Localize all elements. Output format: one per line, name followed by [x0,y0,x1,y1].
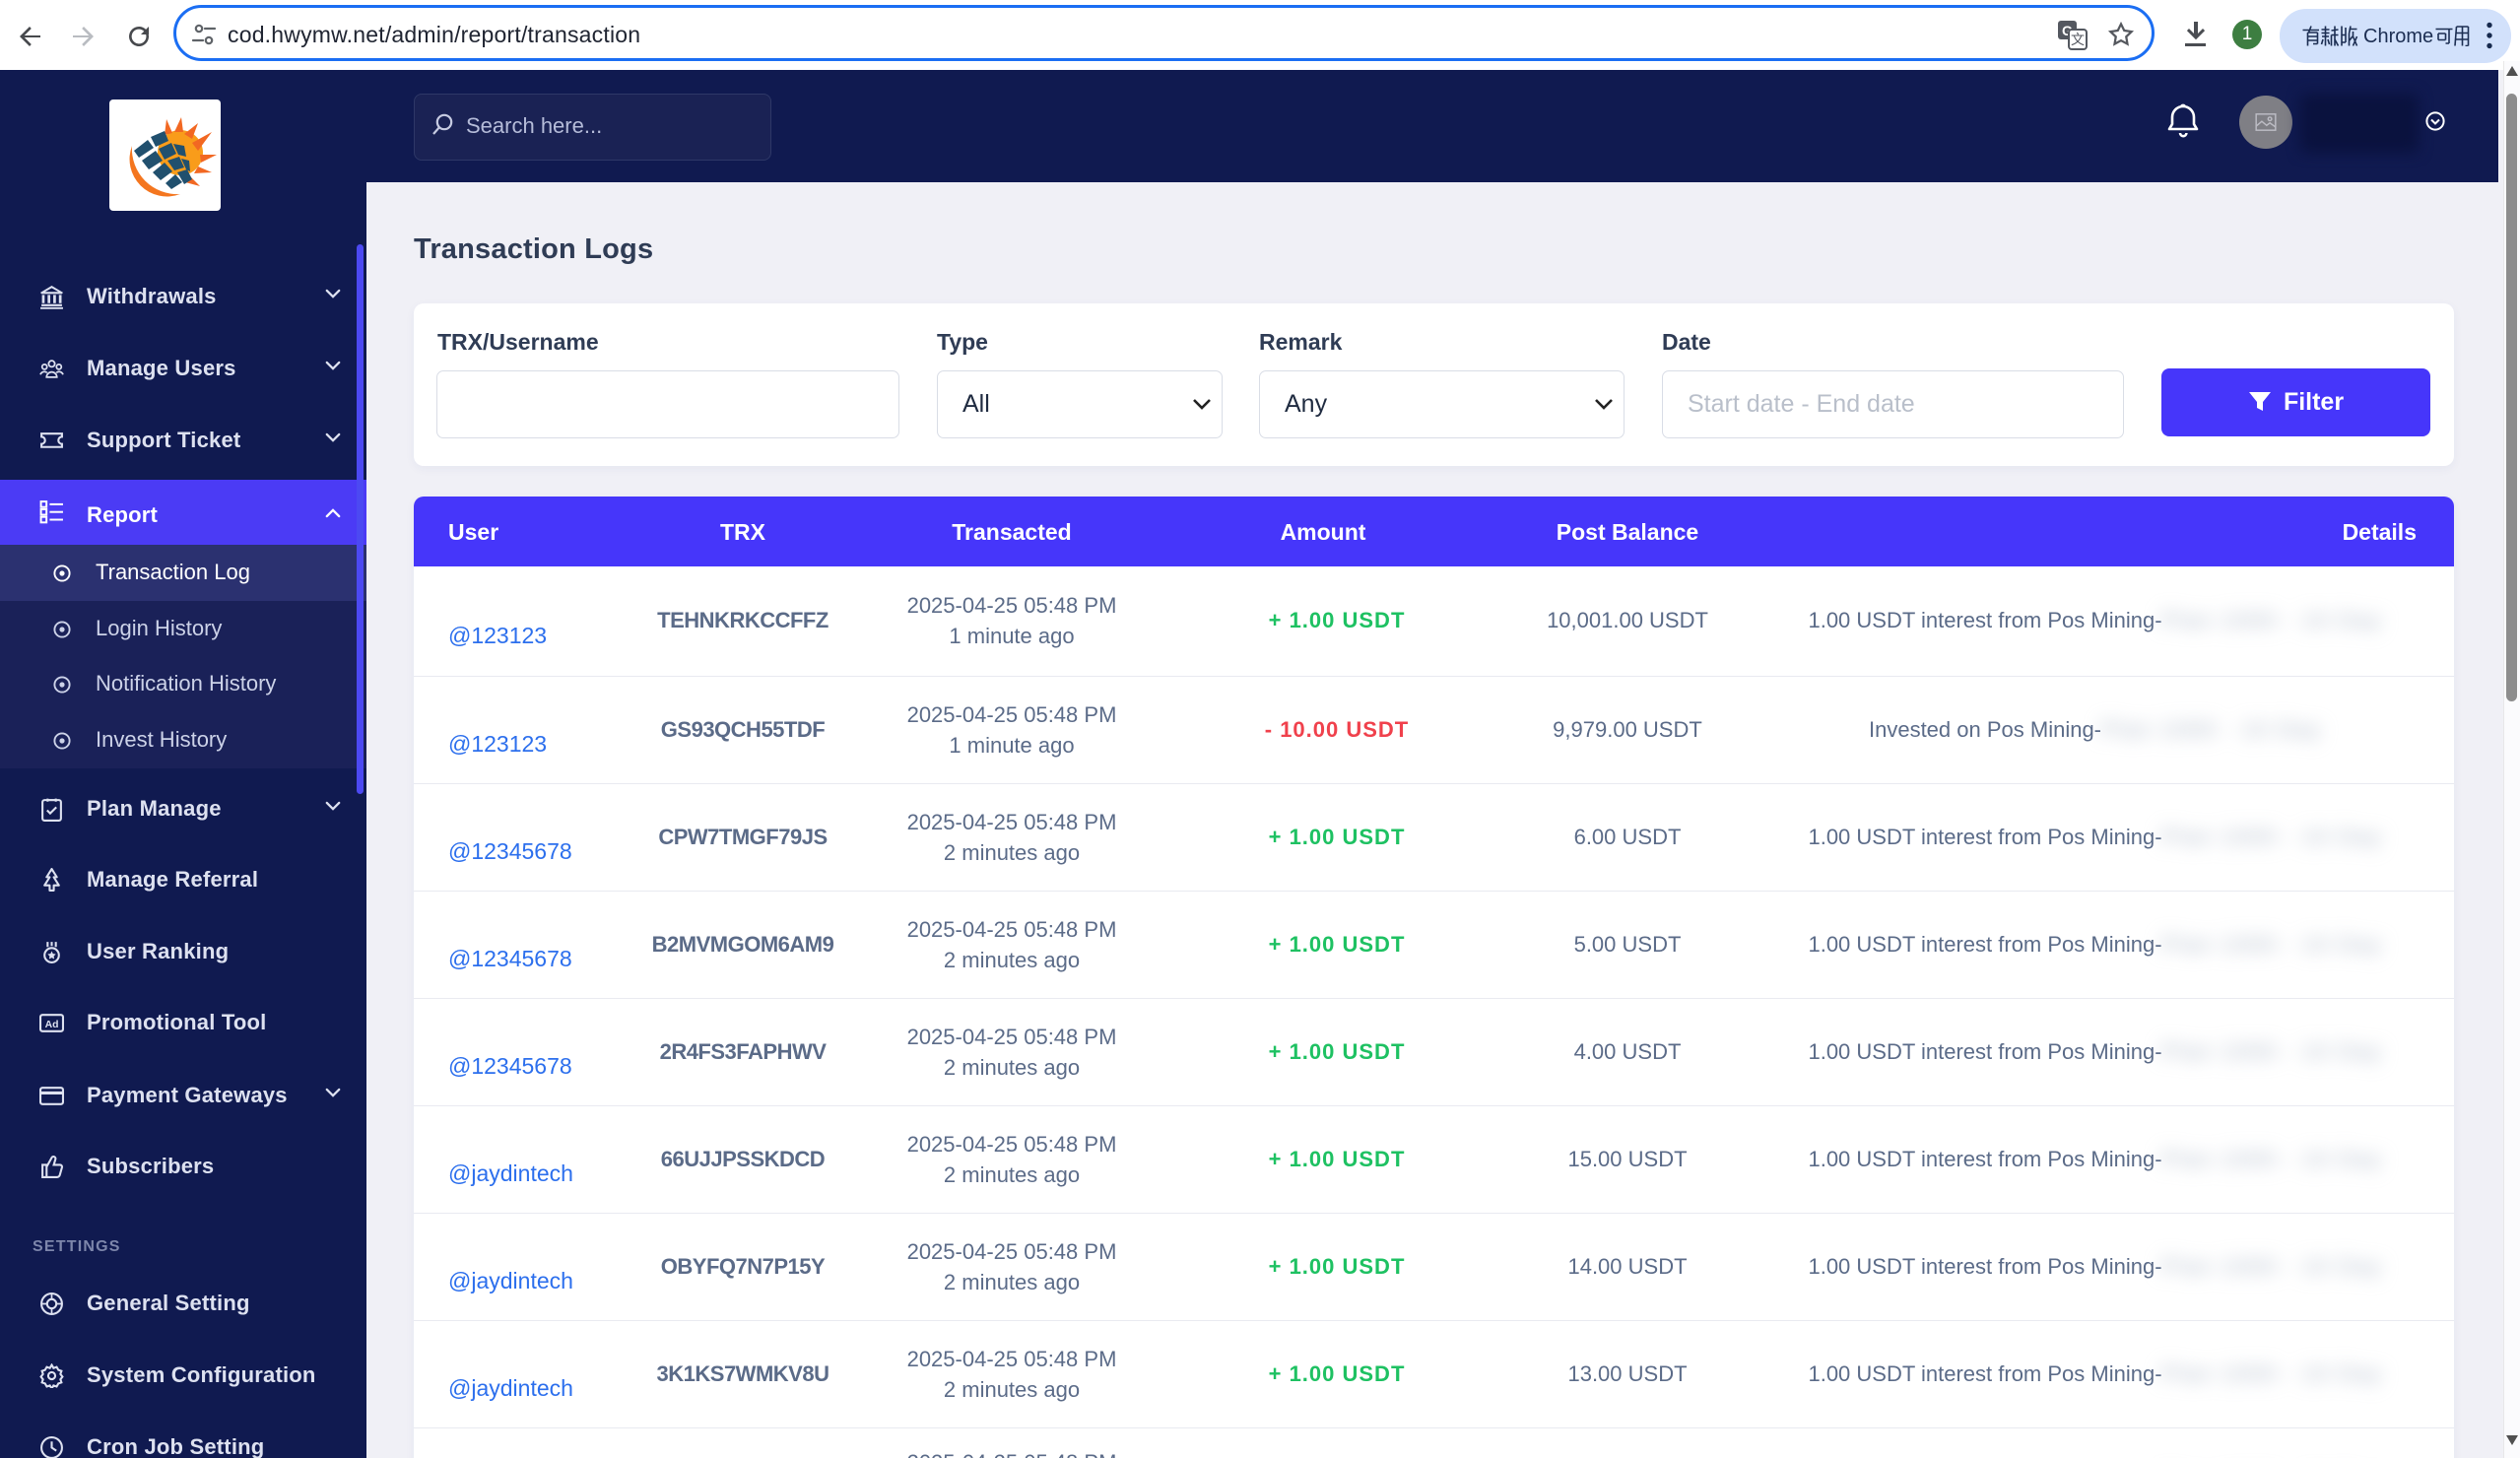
svg-text:文: 文 [2071,32,2085,47]
svg-text:Ad: Ad [45,1020,59,1030]
